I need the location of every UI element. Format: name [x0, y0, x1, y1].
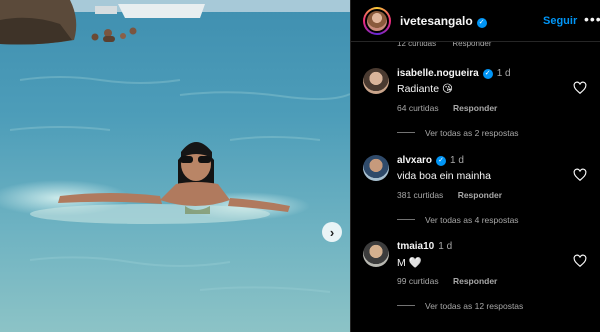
comment-likes[interactable]: 381 curtidas — [397, 190, 443, 200]
verified-badge-icon: ✓ — [476, 17, 487, 28]
comment-text: M 🤍 — [397, 257, 422, 269]
heart-outline-icon[interactable] — [573, 168, 587, 182]
view-replies-button[interactable]: Ver todas as 12 respostas — [397, 301, 523, 311]
commenter-avatar[interactable] — [363, 68, 389, 94]
comment-username[interactable]: isabelle.nogueira — [397, 68, 479, 79]
view-replies-button[interactable]: Ver todas as 2 respostas — [397, 128, 519, 138]
comment-text: Radiante 😘 — [397, 83, 453, 95]
commenter-avatar[interactable] — [363, 241, 389, 267]
replies-divider — [397, 219, 415, 220]
reply-button[interactable]: Responder — [453, 103, 497, 113]
heart-outline-icon[interactable] — [573, 254, 587, 268]
comment-time: 1 d — [496, 68, 511, 79]
beach-photo — [0, 0, 350, 332]
more-options-icon[interactable]: ••• — [584, 11, 600, 27]
view-replies-button[interactable]: Ver todas as 4 respostas — [397, 215, 519, 225]
replies-divider — [397, 132, 415, 133]
reply-button[interactable]: Responder — [453, 276, 497, 286]
comments-panel: ivetesangalo ✓ Seguir ••• 12 curtidas Res… — [350, 0, 600, 332]
comment-time: 1 d — [450, 155, 464, 166]
next-media-button[interactable]: › — [322, 222, 342, 242]
follow-button[interactable]: Seguir — [543, 15, 577, 27]
commenter-avatar[interactable] — [363, 155, 389, 181]
replies-divider — [397, 305, 415, 306]
post-media[interactable]: › — [0, 0, 350, 332]
heart-outline-icon[interactable] — [573, 81, 587, 95]
reply-button[interactable]: Responder — [458, 190, 502, 200]
comment-username[interactable]: tmaia10 — [397, 241, 434, 252]
post-header: ivetesangalo ✓ Seguir ••• — [351, 0, 600, 42]
chevron-right-icon: › — [329, 224, 335, 240]
comment-likes[interactable]: 99 curtidas — [397, 276, 439, 286]
comment-username[interactable]: alvxaro — [397, 155, 432, 166]
verified-badge-icon: ✓ — [482, 69, 493, 79]
author-avatar[interactable] — [363, 6, 391, 35]
comment-text: vida boa ein mainha — [397, 170, 491, 182]
author-username[interactable]: ivetesangalo ✓ — [400, 14, 487, 28]
comment-time: 1 d — [438, 241, 453, 252]
comment-likes[interactable]: 64 curtidas — [397, 103, 439, 113]
verified-badge-icon: ✓ — [436, 156, 447, 166]
